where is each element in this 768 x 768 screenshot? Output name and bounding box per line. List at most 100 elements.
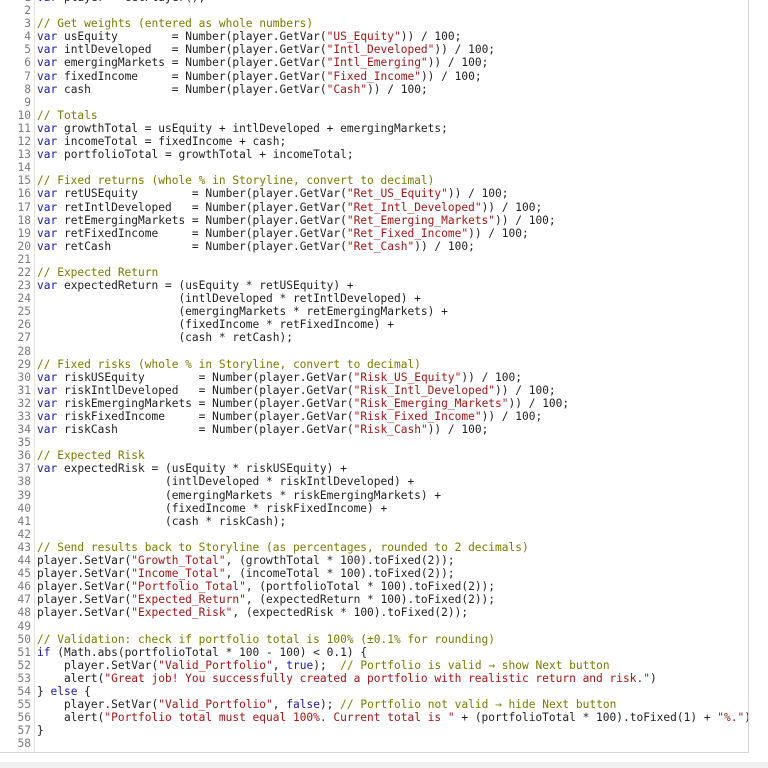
code-line[interactable]: 50 // Validation: check if portfolio tota… [0, 633, 748, 646]
code-line[interactable]: 42 [0, 527, 748, 541]
code-line[interactable]: 51 if (Math.abs(portfolioTotal * 100 - 10… [0, 645, 748, 659]
code-line[interactable]: 40 (fixedIncome * riskFixedIncome) + [0, 502, 748, 515]
code-line[interactable]: 21 [0, 253, 748, 266]
code-text: var retFixedIncome = Number(player.GetVa… [37, 226, 529, 240]
code-line[interactable]: 36 // Expected Risk [0, 449, 748, 463]
code-comment: // Send results back to Storyline (as pe… [37, 540, 529, 554]
code-text: alert("Portfolio total must equal 100%. … [37, 711, 748, 725]
code-editor[interactable]: 1var player = GetPlayer();23// Get weigh… [0, 0, 749, 753]
line-number: 43 [17, 540, 31, 554]
line-number: 6 [24, 56, 31, 70]
code-string: "Risk_Intl_Developed" [353, 383, 496, 397]
code-string: "Ret_Intl_Developed" [346, 200, 482, 214]
line-number: 55 [17, 698, 31, 712]
code-line[interactable]: 7 var fixedIncome = Number(player.GetVar(… [0, 70, 748, 83]
line-number: 46 [17, 580, 31, 594]
code-text: var riskFixedIncome = Number(player.GetV… [37, 410, 543, 423]
code-line[interactable]: 16 var retUSEquity = Number(player.GetVar… [0, 187, 748, 201]
code-line[interactable]: 11 var growthTotal = usEquity + intlDevel… [0, 122, 748, 135]
code-line[interactable]: 47 player.SetVar("Expected_Return", (expe… [0, 593, 748, 607]
code-text: var retUSEquity = Number(player.GetVar("… [37, 187, 509, 201]
code-string: "Risk_Cash" [353, 423, 428, 437]
code-keyword: var [37, 279, 58, 293]
line-number: 19 [17, 226, 31, 240]
line-number: 27 [17, 331, 31, 345]
code-line[interactable]: 34 var riskCash = Number(player.GetVar("R… [0, 423, 748, 437]
line-number: 42 [17, 527, 31, 541]
code-line[interactable]: 31 var riskIntlDeveloped = Number(player.… [0, 383, 748, 397]
code-line[interactable]: 49 [0, 620, 748, 633]
code-line[interactable]: 5 var intlDeveloped = Number(player.GetVa… [0, 43, 748, 56]
line-number: 57 [17, 724, 31, 738]
code-line[interactable]: 20 var retCash = Number(player.GetVar("Re… [0, 240, 748, 253]
code-text: var cash = Number(player.GetVar("Cash"))… [37, 82, 428, 96]
line-number: 9 [24, 95, 31, 109]
code-line[interactable]: 57} [0, 724, 748, 738]
code-line[interactable]: 6 var emergingMarkets = Number(player.Get… [0, 56, 748, 70]
code-line[interactable]: 32 var riskEmergingMarkets = Number(playe… [0, 396, 748, 410]
code-line[interactable]: 53 alert("Great job! You successfully cr… [0, 671, 748, 685]
code-line[interactable]: 58 [0, 737, 748, 750]
code-line[interactable]: 3 // Get weights (entered as whole number… [0, 17, 748, 31]
code-line[interactable]: 28 [0, 345, 748, 358]
line-number: 18 [17, 213, 31, 227]
code-line[interactable]: 45 player.SetVar("Income_Total", (incomeT… [0, 567, 748, 580]
code-line[interactable]: 18 var retEmergingMarkets = Number(player… [0, 213, 748, 227]
code-keyword: var [37, 82, 58, 96]
code-line[interactable]: 26 (fixedIncome * retFixedIncome) + [0, 318, 748, 331]
code-line[interactable]: 29 // Fixed risks (whole % in Storyline, … [0, 357, 748, 371]
code-line[interactable]: 19 var retFixedIncome = Number(player.Get… [0, 226, 748, 240]
code-line[interactable]: 24 (intlDeveloped * retIntlDeveloped) + [0, 292, 748, 306]
code-line[interactable]: 38 (intlDeveloped * riskIntlDeveloped) + [0, 475, 748, 488]
code-line[interactable]: 15 // Fixed returns (whole % in Storyline… [0, 174, 748, 187]
code-string: "Cash" [326, 82, 368, 96]
code-line[interactable]: 37 var expectedRisk = (usEquity * riskUSE… [0, 462, 748, 475]
code-text: } else { [37, 684, 91, 698]
code-line[interactable]: 4 var usEquity = Number(player.GetVar("US… [0, 30, 748, 43]
code-line[interactable]: 54} else { [0, 684, 748, 698]
code-keyword: var [37, 226, 58, 240]
code-line[interactable]: 39 (emergingMarkets * riskEmergingMarket… [0, 489, 748, 502]
code-line[interactable]: 9 [0, 95, 748, 109]
code-line[interactable]: 48 player.SetVar("Expected_Risk", (expect… [0, 606, 748, 620]
code-text: player.SetVar("Expected_Risk", (expected… [37, 606, 469, 620]
code-line[interactable]: 23 var expectedReturn = (usEquity * retUS… [0, 279, 748, 293]
code-string: "Great job! You successfully created a p… [104, 671, 650, 685]
code-line[interactable]: 22 // Expected Return [0, 266, 748, 279]
code-comment: // Get weights (entered as whole numbers… [37, 17, 314, 31]
line-number: 36 [17, 449, 31, 463]
code-line[interactable]: 43 // Send results back to Storyline (as … [0, 540, 748, 554]
code-line[interactable]: 56 alert("Portfolio total must equal 100… [0, 711, 748, 725]
code-line[interactable]: 25 (emergingMarkets * retEmergingMarkets… [0, 305, 748, 318]
code-line[interactable]: 44 player.SetVar("Growth_Total", (growthT… [0, 554, 748, 567]
code-line[interactable]: 2 [0, 4, 748, 17]
code-keyword: var [37, 396, 58, 410]
code-string: "Ret_Fixed_Income" [346, 226, 469, 240]
code-text: player.SetVar("Expected_Return", (expect… [37, 593, 496, 607]
code-line[interactable]: 41 (cash * riskCash); [0, 515, 748, 528]
code-line[interactable]: 27 (cash * retCash); [0, 331, 748, 345]
code-line[interactable]: 13 var portfolioTotal = growthTotal + inc… [0, 148, 748, 161]
line-number: 30 [17, 370, 31, 384]
code-text: var riskEmergingMarkets = Number(player.… [37, 396, 570, 410]
code-line[interactable]: 12 var incomeTotal = fixedIncome + cash; [0, 135, 748, 148]
code-comment: // Totals [37, 108, 98, 122]
code-keyword: else [50, 684, 78, 698]
code-line[interactable]: 8 var cash = Number(player.GetVar("Cash")… [0, 82, 748, 96]
code-keyword: if [37, 645, 51, 659]
horizontal-scrollbar[interactable] [0, 762, 768, 768]
code-string: "%." [717, 711, 745, 725]
code-line[interactable]: 55 player.SetVar("Valid_Portfolio", fals… [0, 698, 748, 712]
code-comment: // Expected Risk [37, 449, 145, 463]
code-comment: // Fixed risks (whole % in Storyline, co… [37, 357, 421, 371]
code-line[interactable]: 35 [0, 436, 748, 449]
code-line[interactable]: 33 var riskFixedIncome = Number(player.Ge… [0, 410, 748, 423]
code-line[interactable]: 46 player.SetVar("Portfolio_Total", (port… [0, 580, 748, 594]
code-line[interactable]: 17 var retIntlDeveloped = Number(player.G… [0, 200, 748, 214]
code-line[interactable]: 14 [0, 161, 748, 174]
code-line[interactable]: 30 var riskUSEquity = Number(player.GetVa… [0, 370, 748, 384]
line-number: 24 [17, 292, 31, 306]
code-line[interactable]: 10 // Totals [0, 108, 748, 122]
code-line[interactable]: 52 player.SetVar("Valid_Portfolio", true… [0, 659, 748, 672]
line-number: 23 [17, 279, 31, 293]
